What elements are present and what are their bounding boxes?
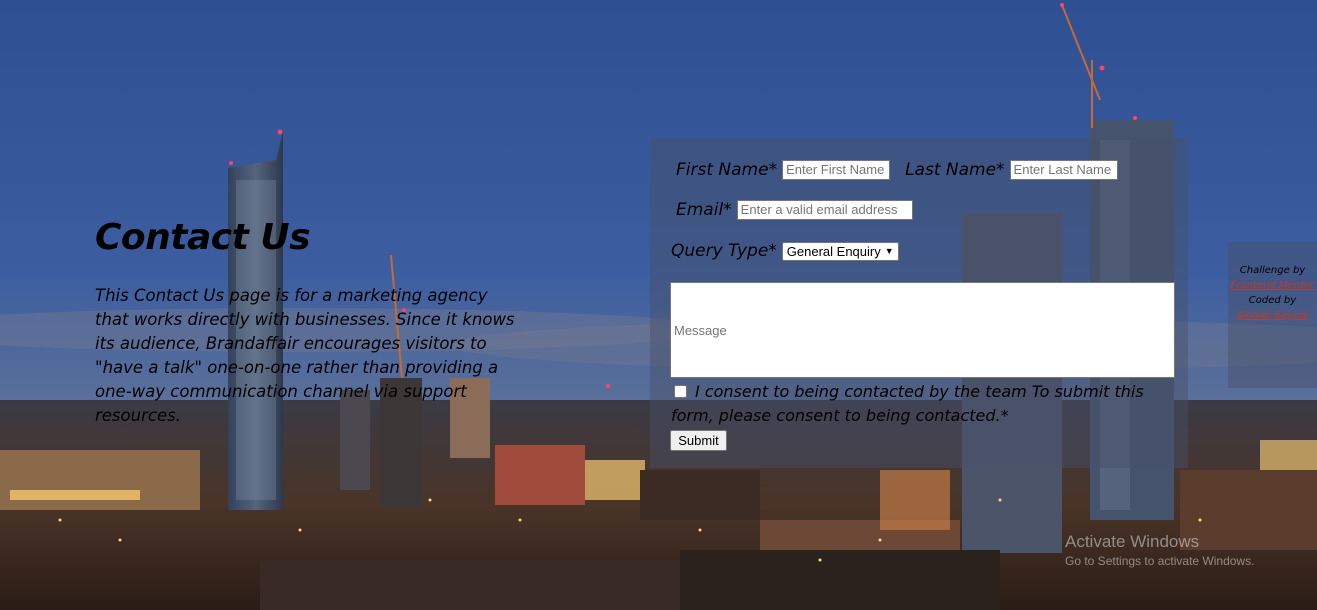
- chevron-down-icon: ▼: [884, 246, 894, 256]
- last-name-input[interactable]: Enter Last Name: [1009, 160, 1118, 180]
- attribution-box: Challenge by Frontend Mentor Coded by Ak…: [1228, 242, 1317, 388]
- intro-section: Contact Us This Contact Us page is for a…: [95, 218, 525, 428]
- name-row: First Name* Enter First Name Last Name* …: [676, 160, 1118, 180]
- submit-button[interactable]: Submit: [670, 430, 727, 451]
- author-link[interactable]: Akinde Bayow: [1228, 308, 1317, 323]
- message-textarea[interactable]: Message: [670, 282, 1175, 378]
- frontend-mentor-link[interactable]: Frontend Mentor: [1228, 278, 1317, 293]
- first-name-input[interactable]: Enter First Name: [782, 160, 891, 180]
- consent-text: I consent to being contacted by the team…: [671, 382, 1144, 425]
- message-placeholder: Message: [674, 322, 727, 338]
- attribution-challenge-text: Challenge by: [1239, 265, 1306, 276]
- query-type-select[interactable]: General Enquiry ▼: [781, 241, 899, 261]
- query-type-label: Query Type*: [671, 241, 777, 261]
- query-type-value: General Enquiry: [786, 243, 881, 259]
- checkbox-icon[interactable]: [674, 385, 687, 398]
- first-name-label: First Name*: [676, 160, 778, 180]
- email-row: Email* Enter a valid email address: [676, 200, 913, 220]
- email-label: Email*: [676, 200, 732, 220]
- watermark-title: Activate Windows: [1065, 532, 1200, 551]
- attribution-coded-text: Coded by: [1248, 295, 1297, 306]
- intro-description: This Contact Us page is for a marketing …: [95, 286, 515, 425]
- email-input[interactable]: Enter a valid email address: [736, 200, 913, 220]
- page-title: Contact Us: [95, 217, 311, 258]
- consent-row: I consent to being contacted by the team…: [671, 380, 1161, 428]
- windows-activation-watermark: Activate Windows Go to Settings to activ…: [1065, 532, 1254, 568]
- query-type-row: Query Type* General Enquiry ▼: [671, 241, 899, 261]
- watermark-subtitle: Go to Settings to activate Windows.: [1065, 554, 1255, 568]
- last-name-label: Last Name*: [905, 160, 1005, 180]
